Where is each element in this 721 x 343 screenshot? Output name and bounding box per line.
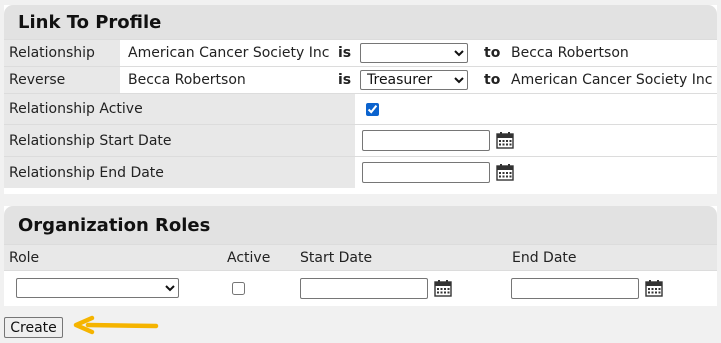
role-end-wrap — [511, 271, 639, 305]
calendar-icon[interactable] — [496, 131, 514, 149]
reverse-from: Becca Robertson — [128, 72, 246, 88]
roles-col-role: Role — [9, 249, 40, 266]
relationship-active-row: Relationship Active — [4, 93, 717, 124]
role-end-input[interactable] — [511, 277, 639, 299]
role-start-wrap — [300, 271, 428, 305]
relationship-end-wrap — [362, 157, 490, 188]
roles-col-active: Active — [227, 249, 271, 266]
role-select[interactable] — [16, 278, 179, 298]
relationship-to-name: Becca Robertson — [511, 45, 629, 61]
role-select-wrap — [16, 271, 179, 305]
calendar-icon[interactable] — [496, 163, 514, 181]
roles-col-end: End Date — [512, 249, 577, 266]
relationship-end-row: Relationship End Date — [4, 156, 717, 188]
relationship-start-input[interactable] — [362, 130, 490, 151]
role-start-input[interactable] — [300, 277, 428, 299]
relationship-is: is — [338, 45, 352, 61]
reverse-to: to — [484, 72, 501, 88]
calendar-icon[interactable] — [645, 279, 663, 297]
calendar-icon[interactable] — [434, 279, 452, 297]
relationship-active-label: Relationship Active — [4, 94, 355, 124]
role-active-checkbox[interactable] — [232, 281, 245, 295]
reverse-type-select[interactable]: Treasurer — [360, 70, 468, 90]
link-to-profile-panel: Link To Profile Relationship American Ca… — [4, 5, 717, 194]
organization-roles-title: Organization Roles — [4, 206, 717, 244]
relationship-start-label: Relationship Start Date — [4, 125, 355, 156]
create-button[interactable]: Create — [4, 317, 63, 338]
arrow-left-icon — [73, 315, 159, 335]
reverse-label: Reverse — [4, 67, 120, 93]
relationship-to: to — [484, 45, 501, 61]
roles-data-row — [4, 270, 717, 305]
reverse-is: is — [338, 72, 352, 88]
reverse-to-name: American Cancer Society Inc — [511, 72, 713, 88]
relationship-from: American Cancer Society Inc — [128, 45, 330, 61]
roles-col-start: Start Date — [300, 249, 373, 266]
roles-header-row: Role Active Start Date End Date — [4, 244, 717, 270]
relationship-end-label: Relationship End Date — [4, 157, 355, 188]
relationship-start-row: Relationship Start Date — [4, 124, 717, 156]
relationship-active-wrap — [366, 94, 379, 124]
role-active-wrap — [232, 271, 245, 305]
relationship-end-input[interactable] — [362, 162, 490, 183]
link-to-profile-title: Link To Profile — [4, 5, 717, 39]
relationship-label: Relationship — [4, 40, 120, 66]
relationship-type-select[interactable] — [360, 43, 468, 63]
relationship-active-checkbox[interactable] — [366, 102, 379, 116]
relationship-row: Relationship American Cancer Society Inc… — [4, 39, 717, 66]
organization-roles-panel: Organization Roles Role Active Start Dat… — [4, 206, 717, 306]
relationship-start-wrap — [362, 125, 490, 156]
reverse-type-wrap: Treasurer — [360, 67, 468, 93]
relationship-type-wrap — [360, 40, 468, 66]
reverse-row: Reverse Becca Robertson is Treasurer to … — [4, 66, 717, 93]
